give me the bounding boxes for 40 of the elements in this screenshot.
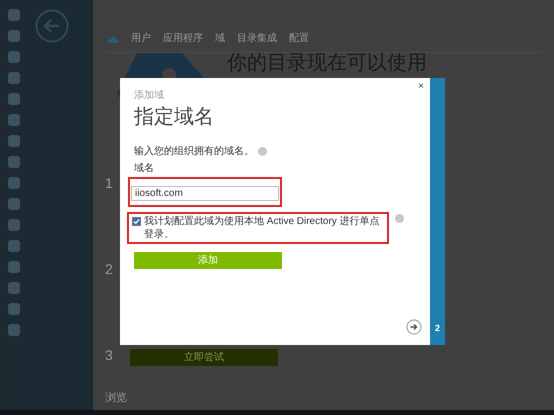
- nav-tab[interactable]: 配置: [289, 31, 309, 46]
- service-icon[interactable]: [6, 323, 20, 337]
- close-button[interactable]: ×: [418, 82, 424, 92]
- service-icon[interactable]: [6, 260, 20, 274]
- try-now-button[interactable]: 立即尝试: [130, 349, 278, 366]
- step-label: 3: [105, 347, 113, 363]
- dialog-subtitle: 添加域: [134, 90, 164, 102]
- checkbox[interactable]: [132, 217, 141, 226]
- service-icon[interactable]: [6, 29, 20, 43]
- service-icon[interactable]: [6, 71, 20, 85]
- service-icon[interactable]: [6, 218, 20, 232]
- nav-tab[interactable]: 目录集成: [237, 31, 277, 46]
- domain-field[interactable]: iiosoft.com: [131, 186, 279, 201]
- nav-tab[interactable]: 应用程序: [163, 31, 203, 46]
- step-label: 2: [105, 261, 113, 277]
- checkbox-label: 我计划配置此域为使用本地 Active Directory 进行单点登录。: [144, 215, 381, 241]
- field-label: 域名: [134, 162, 154, 176]
- service-icon[interactable]: [6, 281, 20, 295]
- nav-tab[interactable]: 域: [215, 31, 225, 46]
- service-icon[interactable]: [6, 8, 20, 22]
- dialog-title: 指定域名: [134, 105, 214, 130]
- step-label: 1: [105, 175, 113, 191]
- service-icon[interactable]: [6, 134, 20, 148]
- prompt-text: 输入您的组织拥有的域名。: [134, 144, 254, 159]
- help-icon[interactable]: [395, 214, 404, 223]
- section-heading: 浏览: [105, 390, 127, 406]
- service-icon[interactable]: [6, 113, 20, 127]
- help-icon[interactable]: [258, 147, 267, 156]
- service-icon[interactable]: [6, 176, 20, 190]
- cloud-icon: [107, 34, 119, 42]
- service-icon[interactable]: [6, 155, 20, 169]
- service-icon[interactable]: [6, 50, 20, 64]
- service-icon[interactable]: [6, 302, 20, 316]
- service-icon[interactable]: [6, 239, 20, 253]
- service-icon[interactable]: [6, 92, 20, 106]
- add-button[interactable]: 添加: [134, 252, 282, 269]
- back-icon: [35, 9, 69, 43]
- nav-tab[interactable]: 用户: [131, 31, 151, 46]
- service-icon[interactable]: [6, 197, 20, 211]
- step-number: 2: [434, 322, 440, 334]
